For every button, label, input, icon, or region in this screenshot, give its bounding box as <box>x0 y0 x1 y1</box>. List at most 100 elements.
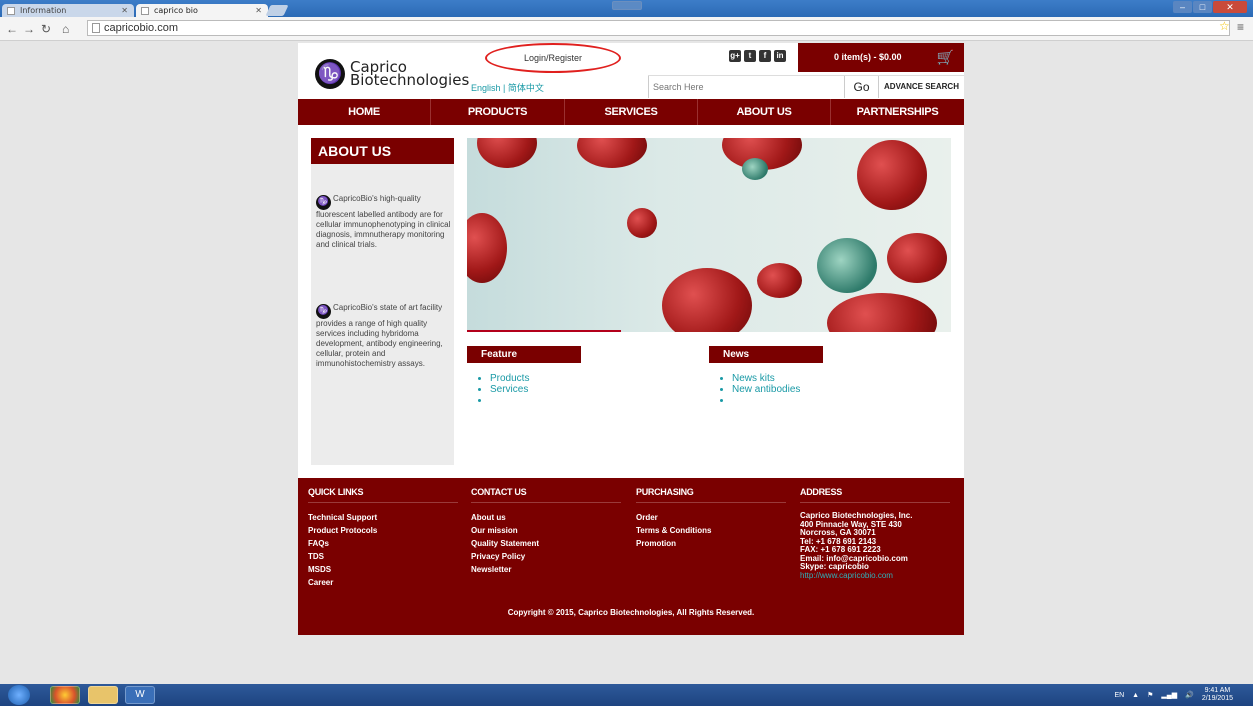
clock-date: 2/19/2015 <box>1201 695 1233 702</box>
bookmark-star-icon[interactable]: ☆ <box>1219 19 1230 33</box>
feature-link-services[interactable]: Services <box>490 384 529 395</box>
language-switch[interactable]: English | 简体中文 <box>471 81 544 94</box>
home-icon[interactable]: ⌂ <box>62 22 69 36</box>
footer-link[interactable]: Newsletter <box>471 563 621 576</box>
word-taskbar-icon[interactable]: W <box>125 686 155 704</box>
copyright-text: Copyright © 2015, Caprico Biotechnologie… <box>507 608 755 617</box>
minimize-button[interactable]: – <box>1173 1 1192 13</box>
windows-taskbar: W EN ▲ ⚑ ▂▄▆ 🔊 9:41 AM 2/19/2015 <box>0 684 1253 706</box>
website-link[interactable]: http://www.capricobio.com <box>800 571 950 581</box>
advance-search-button[interactable]: ADVANCE SEARCH <box>878 76 964 98</box>
footer-heading: QUICK LINKS <box>308 487 458 503</box>
page-icon <box>92 23 100 33</box>
flag-icon[interactable]: ⚑ <box>1147 691 1153 699</box>
news-list: News kits New antibodies <box>718 373 800 406</box>
nav-products[interactable]: PRODUCTS <box>431 99 565 125</box>
show-hidden-icons-icon[interactable]: ▲ <box>1132 692 1139 699</box>
about-us-panel: ABOUT US ♑ CapricoBio's high-quality fluo… <box>311 138 454 465</box>
capricorn-logo-icon: ♑ <box>316 304 331 319</box>
cart-text: 0 item(s) - $0.00 <box>834 52 902 62</box>
google-plus-icon[interactable]: g+ <box>729 50 741 62</box>
footer-link[interactable]: Quality Statement <box>471 537 621 550</box>
social-icons: g+ t f in <box>729 50 786 62</box>
logo-text: Caprico Biotechnologies <box>350 60 469 88</box>
news-link-empty[interactable] <box>732 395 800 406</box>
tab-caprico-bio[interactable]: caprico bio ✕ <box>136 4 268 18</box>
main-nav: HOME PRODUCTS SERVICES ABOUT US PARTNERS… <box>298 99 964 125</box>
window-controls: – □ ✕ <box>1173 1 1247 13</box>
browser-tab-bar: Information ✕ caprico bio ✕ – □ ✕ <box>0 0 1253 18</box>
footer-purchasing: PURCHASING Order Terms & Conditions Prom… <box>636 487 786 550</box>
capricorn-logo-icon: ♑ <box>315 59 345 89</box>
chrome-taskbar-icon[interactable] <box>50 686 80 704</box>
close-tab-icon[interactable]: ✕ <box>121 4 128 18</box>
back-arrow-icon[interactable]: ← <box>6 22 18 36</box>
footer-link[interactable]: Promotion <box>636 537 786 550</box>
volume-icon[interactable]: 🔊 <box>1185 691 1194 699</box>
footer-heading: CONTACT US <box>471 487 621 503</box>
news-link-antibodies[interactable]: New antibodies <box>732 384 800 395</box>
feature-link-products[interactable]: Products <box>490 373 529 384</box>
footer-link[interactable]: About us <box>471 511 621 524</box>
close-tab-icon[interactable]: ✕ <box>255 4 262 18</box>
about-paragraph-2: ♑ CapricoBio's state of art facility prov… <box>316 303 451 369</box>
cart-icon: 🛒 <box>936 49 954 65</box>
about-text-1: CapricoBio's high-quality fluorescent la… <box>316 194 451 249</box>
file-explorer-taskbar-icon[interactable] <box>88 686 118 704</box>
search-bar: Go ADVANCE SEARCH <box>648 75 964 98</box>
feature-link-empty[interactable] <box>490 395 529 406</box>
website: ♑ Caprico Biotechnologies Login/Register… <box>298 43 964 635</box>
footer-quick-links: QUICK LINKS Technical Support Product Pr… <box>308 487 458 589</box>
site-footer: QUICK LINKS Technical Support Product Pr… <box>298 478 964 635</box>
footer-link[interactable]: Our mission <box>471 524 621 537</box>
hero-image-blood-cells <box>467 138 951 332</box>
capricorn-logo-icon: ♑ <box>316 195 331 210</box>
footer-heading: PURCHASING <box>636 487 786 503</box>
new-tab-button[interactable] <box>265 5 289 16</box>
profile-button[interactable] <box>612 1 642 10</box>
feature-list: Products Services <box>476 373 529 406</box>
address-bar[interactable]: capricobio.com <box>87 20 1230 36</box>
reload-icon[interactable]: ↻ <box>41 22 51 36</box>
nav-home[interactable]: HOME <box>298 99 431 125</box>
nav-services[interactable]: SERVICES <box>565 99 698 125</box>
footer-link[interactable]: Product Protocols <box>308 524 458 537</box>
clock[interactable]: 9:41 AM 2/19/2015 <box>1202 687 1233 703</box>
footer-link[interactable]: Technical Support <box>308 511 458 524</box>
clock-time: 9:41 AM <box>1204 687 1231 694</box>
facebook-icon[interactable]: f <box>759 50 771 62</box>
footer-link[interactable]: Order <box>636 511 786 524</box>
news-link-kits[interactable]: News kits <box>732 373 800 384</box>
twitter-icon[interactable]: t <box>744 50 756 62</box>
close-window-button[interactable]: ✕ <box>1213 1 1247 13</box>
maximize-button[interactable]: □ <box>1193 1 1212 13</box>
tab-label: caprico bio <box>154 6 198 15</box>
tab-information[interactable]: Information ✕ <box>2 4 134 18</box>
site-logo[interactable]: ♑ Caprico Biotechnologies <box>315 59 469 89</box>
browser-toolbar: ← → ↻ ⌂ capricobio.com ☆ ≡ <box>0 17 1253 41</box>
language-indicator[interactable]: EN <box>1114 692 1124 699</box>
network-icon[interactable]: ▂▄▆ <box>1161 691 1177 699</box>
news-heading: News <box>709 346 823 363</box>
feature-heading: Feature <box>467 346 581 363</box>
footer-link[interactable]: TDS <box>308 550 458 563</box>
footer-link[interactable]: FAQs <box>308 537 458 550</box>
nav-partnerships[interactable]: PARTNERSHIPS <box>831 99 964 125</box>
start-button[interactable] <box>8 685 30 705</box>
footer-heading: ADDRESS <box>800 487 950 503</box>
footer-link[interactable]: Career <box>308 576 458 589</box>
footer-link[interactable]: Terms & Conditions <box>636 524 786 537</box>
about-text-2: CapricoBio's state of art facility provi… <box>316 303 443 368</box>
go-button[interactable]: Go <box>844 76 878 98</box>
search-input[interactable] <box>648 76 844 98</box>
page-icon <box>7 7 15 15</box>
linkedin-icon[interactable]: in <box>774 50 786 62</box>
cart-summary[interactable]: 0 item(s) - $0.00 🛒 <box>798 43 964 72</box>
login-register-link[interactable]: Login/Register <box>485 43 621 73</box>
tab-label: Information <box>20 6 67 15</box>
forward-arrow-icon[interactable]: → <box>23 22 35 36</box>
nav-about-us[interactable]: ABOUT US <box>698 99 831 125</box>
footer-link[interactable]: Privacy Policy <box>471 550 621 563</box>
footer-link[interactable]: MSDS <box>308 563 458 576</box>
menu-icon[interactable]: ≡ <box>1237 20 1244 34</box>
